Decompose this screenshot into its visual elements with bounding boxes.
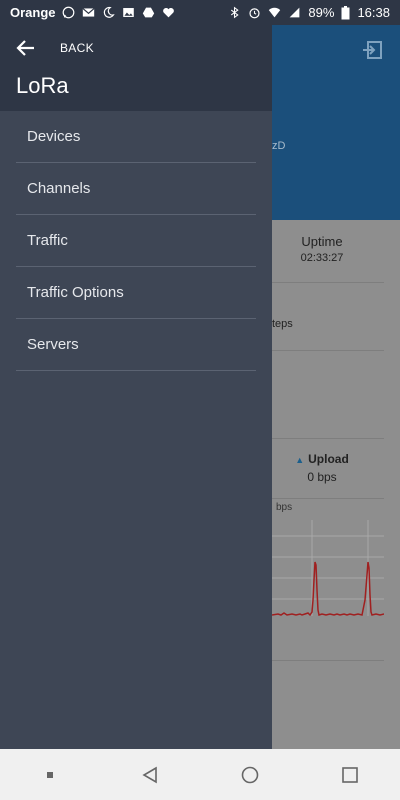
menu-item-label: Traffic Options (27, 284, 124, 301)
traffic-chart (272, 520, 384, 617)
circle-home-icon (241, 766, 259, 783)
drive-icon (142, 7, 154, 18)
clock: 16:38 (357, 5, 390, 20)
square-recents-icon (342, 766, 358, 783)
menu-item-label: Channels (27, 180, 91, 197)
carrier-name: Orange (10, 5, 56, 20)
back-arrow-icon (16, 40, 34, 56)
menu-item-traffic[interactable]: Traffic (16, 215, 256, 267)
uptime-label: Uptime (301, 234, 343, 249)
upload-value: 0 bps (307, 470, 337, 484)
nav-recents-button[interactable] (326, 751, 374, 799)
menu-item-devices[interactable]: Devices (16, 111, 256, 163)
drawer-menu: Devices Channels Traffic Traffic Options… (0, 111, 272, 371)
signal-icon (290, 7, 300, 18)
drawer-title: LoRa (16, 73, 69, 98)
upload-stat: ▲ Upload 0 bps (272, 452, 372, 484)
chart-unit-label: bps (276, 502, 293, 513)
back-label: BACK (60, 41, 94, 55)
moon-icon (103, 7, 115, 18)
triangle-back-icon (142, 766, 157, 783)
battery-percent: 89% (308, 5, 335, 20)
drawer-header: BACK LoRa (0, 25, 272, 111)
divider (272, 438, 384, 439)
nav-home-button[interactable] (226, 751, 274, 799)
menu-item-label: Traffic (27, 232, 68, 249)
uptime-value: 02:33:27 (300, 252, 344, 264)
divider (272, 350, 384, 351)
nav-dot-button[interactable] (26, 751, 74, 799)
navigation-drawer: BACK LoRa Devices Channels Traffic Traff… (0, 25, 272, 749)
whatsapp-icon (62, 6, 74, 19)
menu-item-label: Devices (27, 128, 81, 145)
status-bar: Orange 89% 16:38 (0, 0, 400, 25)
nav-back-button[interactable] (126, 751, 174, 799)
upload-label: Upload (308, 452, 349, 466)
wifi-icon (269, 7, 281, 18)
menu-item-channels[interactable]: Channels (16, 163, 256, 215)
system-nav-bar (0, 749, 400, 800)
divider (272, 660, 384, 661)
divider (272, 282, 384, 283)
divider (272, 498, 384, 499)
upload-arrow-icon: ▲ (295, 455, 305, 465)
steps-partial-text: teps (272, 318, 293, 330)
battery-icon (341, 5, 350, 19)
menu-item-servers[interactable]: Servers (16, 319, 256, 371)
logout-icon[interactable] (362, 39, 384, 61)
header-partial-text: zD (272, 140, 286, 152)
bluetooth-icon (231, 6, 240, 19)
back-button[interactable]: BACK (16, 39, 94, 57)
alarm-icon (249, 8, 260, 19)
menu-item-traffic-options[interactable]: Traffic Options (16, 267, 256, 319)
menu-item-label: Servers (27, 336, 79, 353)
image-icon (122, 8, 134, 17)
uptime-stat: Uptime 02:33:27 (272, 234, 372, 264)
chart-series-line (272, 561, 384, 617)
heart-icon (162, 7, 174, 18)
gmail-icon (81, 7, 95, 17)
dot-icon (47, 771, 53, 778)
